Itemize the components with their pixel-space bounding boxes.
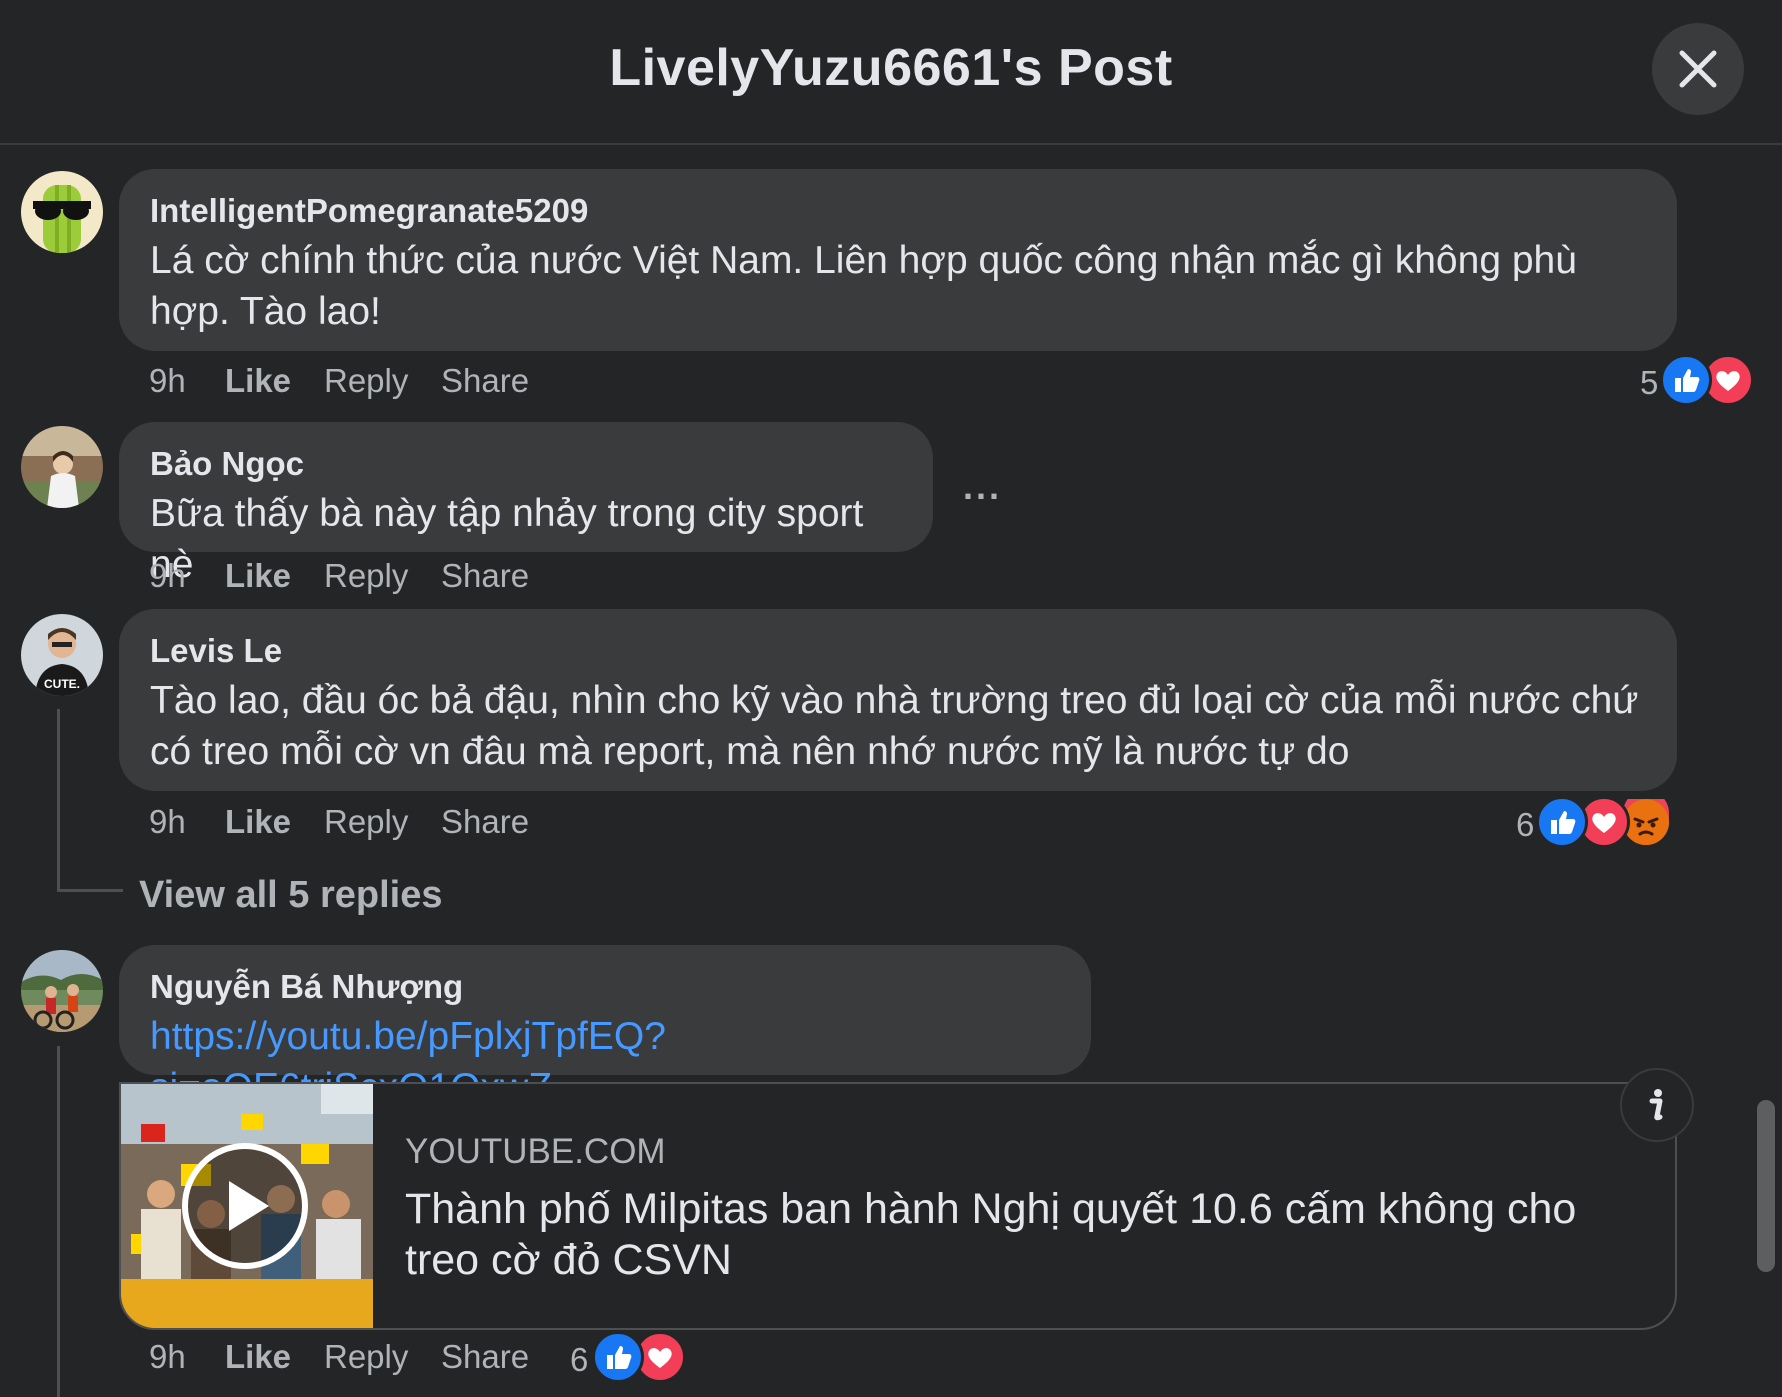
reply-button[interactable]: Reply: [324, 803, 408, 841]
comment-author[interactable]: Nguyễn Bá Nhượng: [150, 967, 1060, 1007]
share-button[interactable]: Share: [441, 803, 529, 841]
comment-author[interactable]: IntelligentPomegranate5209: [150, 191, 1646, 231]
close-button[interactable]: [1652, 23, 1744, 115]
comment-author[interactable]: Levis Le: [150, 631, 1646, 671]
comment-time[interactable]: 9h: [149, 1338, 186, 1376]
reaction-count[interactable]: 5: [1640, 364, 1658, 402]
comment-time[interactable]: 9h: [149, 362, 186, 400]
like-button[interactable]: Like: [225, 557, 291, 595]
avatar[interactable]: [21, 950, 103, 1032]
like-button[interactable]: Like: [225, 362, 291, 400]
share-button[interactable]: Share: [441, 362, 529, 400]
comment-author[interactable]: Bảo Ngọc: [150, 444, 902, 484]
comment-actions: 9h Like Reply Share: [149, 803, 749, 843]
post-header: LivelyYuzu6661's Post: [0, 0, 1782, 145]
avatar[interactable]: [21, 171, 103, 253]
svg-text:CUTE.: CUTE.: [44, 677, 80, 691]
thread-line: [57, 709, 60, 892]
scrollbar[interactable]: [1757, 1100, 1775, 1272]
comment-actions: 9h Like Reply Share: [149, 557, 749, 597]
comment-text: Tào lao, đầu óc bả đậu, nhìn cho kỹ vào …: [150, 679, 1639, 773]
reaction-count[interactable]: 6: [1516, 806, 1534, 844]
like-icon: [592, 1331, 644, 1383]
thread-line: [57, 889, 123, 892]
more-options-button[interactable]: ...: [963, 466, 1002, 508]
comment-bubble: IntelligentPomegranate5209 Lá cờ chính t…: [119, 169, 1677, 351]
share-button[interactable]: Share: [441, 557, 529, 595]
share-button[interactable]: Share: [441, 1338, 529, 1376]
comment-time[interactable]: 9h: [149, 557, 186, 595]
link-domain: YOUTUBE.COM: [405, 1132, 666, 1171]
link-title[interactable]: Thành phố Milpitas ban hành Nghị quyết 1…: [405, 1184, 1635, 1286]
video-thumbnail[interactable]: [121, 1084, 373, 1328]
reply-button[interactable]: Reply: [324, 362, 408, 400]
comment-text: Lá cờ chính thức của nước Việt Nam. Liên…: [150, 239, 1577, 333]
view-replies-link[interactable]: View all 5 replies: [139, 874, 442, 917]
thread-line: [57, 1046, 60, 1397]
avatar[interactable]: [21, 426, 103, 508]
like-button[interactable]: Like: [225, 1338, 291, 1376]
comment-bubble: Bảo Ngọc Bữa thấy bà này tập nhảy trong …: [119, 422, 933, 586]
close-icon: [1679, 50, 1717, 88]
reply-button[interactable]: Reply: [324, 557, 408, 595]
link-preview-card[interactable]: YOUTUBE.COM Thành phố Milpitas ban hành …: [119, 1082, 1677, 1330]
comment-time[interactable]: 9h: [149, 803, 186, 841]
reply-button[interactable]: Reply: [324, 1338, 408, 1376]
comment-bubble: Nguyễn Bá Nhượng https://youtu.be/pFplxj…: [119, 945, 1091, 1109]
like-icon: [1536, 796, 1588, 848]
page-title: LivelyYuzu6661's Post: [609, 39, 1173, 97]
avatar[interactable]: CUTE.: [21, 614, 103, 696]
like-icon: [1660, 354, 1712, 406]
comment-actions: 9h Like Reply Share: [149, 362, 749, 402]
comment-bubble: Levis Le Tào lao, đầu óc bả đậu, nhìn ch…: [119, 609, 1677, 791]
reaction-count[interactable]: 6: [570, 1341, 588, 1379]
like-button[interactable]: Like: [225, 803, 291, 841]
info-icon: [1649, 1089, 1663, 1121]
info-button[interactable]: [1620, 1068, 1694, 1142]
